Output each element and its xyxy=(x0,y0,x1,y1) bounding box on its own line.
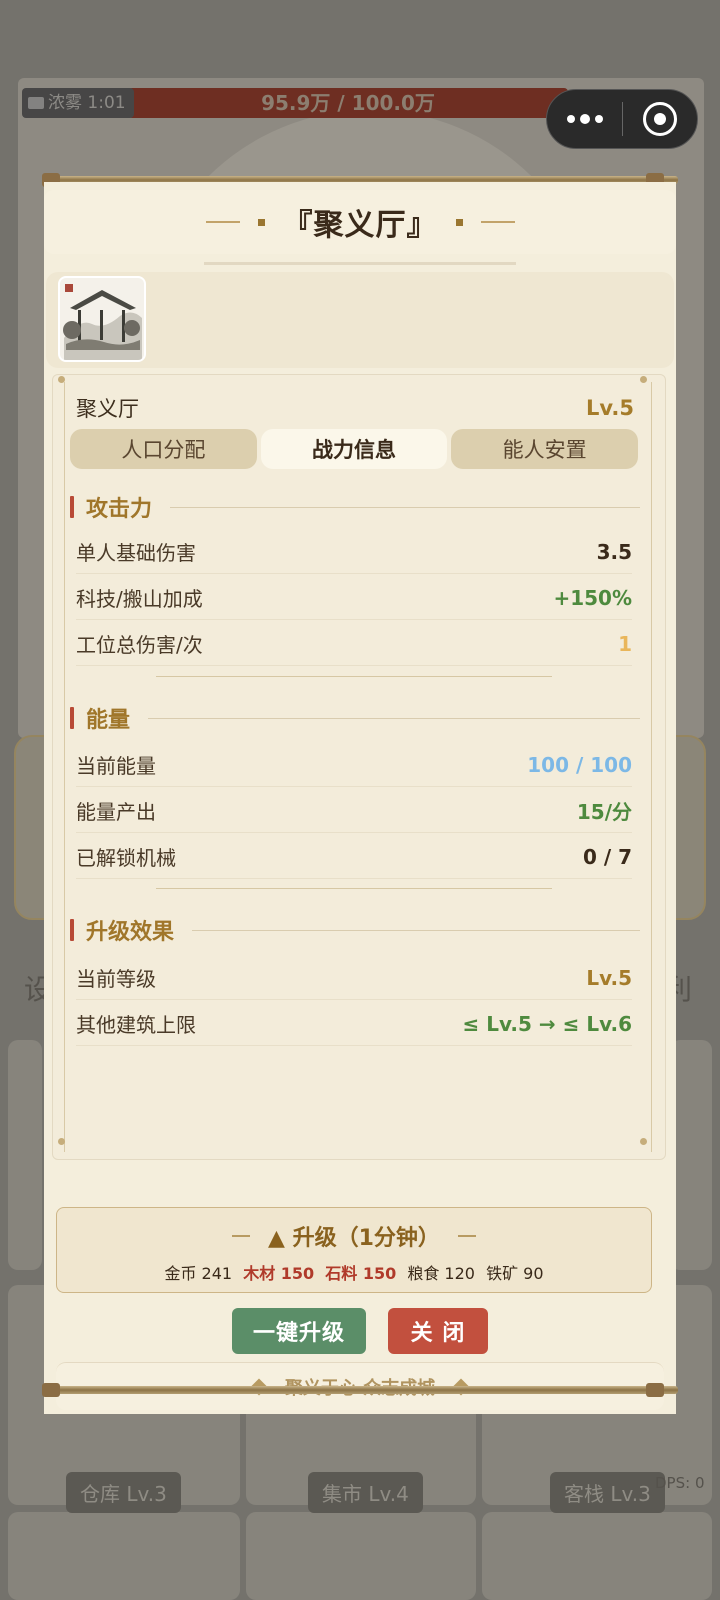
section-divider xyxy=(156,888,552,889)
stat-value: 100 / 100 xyxy=(527,752,632,777)
background-tile xyxy=(670,1040,712,1270)
stat-row: 单人基础伤害 3.5 xyxy=(76,530,632,574)
tab-talent-placement[interactable]: 能人安置 xyxy=(451,429,639,469)
tab-combat-info[interactable]: 战力信息 xyxy=(260,429,448,469)
scroll-cap xyxy=(42,1383,60,1397)
stat-label: 当前等级 xyxy=(76,967,156,991)
dps-readout: DPS: 0 xyxy=(655,1474,705,1492)
stat-label: 能量产出 xyxy=(76,800,156,824)
resource-progress-bar: 95.9万 / 100.0万 xyxy=(128,88,568,118)
cost-iron: 铁矿 90 xyxy=(486,1264,544,1283)
cost-gold: 金币 241 xyxy=(164,1264,233,1283)
fog-icon xyxy=(28,97,44,109)
cost-wood: 木材 150 xyxy=(243,1264,315,1283)
tile-label-market: 集市 Lv.4 xyxy=(308,1472,423,1513)
stat-label: 当前能量 xyxy=(76,754,156,778)
section-divider xyxy=(156,676,552,677)
stat-label: 单人基础伤害 xyxy=(76,541,196,565)
stat-row: 当前能量 100 / 100 xyxy=(76,743,632,787)
miniprogram-capsule xyxy=(546,89,698,149)
cost-stone: 石料 150 xyxy=(325,1264,397,1283)
background-tile[interactable] xyxy=(8,1512,240,1600)
more-menu-icon[interactable] xyxy=(547,89,622,149)
stat-row: 科技/搬山加成 +150% xyxy=(76,576,632,620)
stat-value: ≤ Lv.5 → ≤ Lv.6 xyxy=(462,1011,632,1036)
stat-value: 0 / 7 xyxy=(582,844,632,869)
section-energy: 能量 xyxy=(70,702,640,734)
frame-corner xyxy=(58,376,74,392)
building-modal: 『聚义厅』 聚义厅 Lv.5 人口分配 战力信息 能人安置 攻击力 单人基础伤害… xyxy=(44,182,676,1414)
modal-title: 『聚义厅』 xyxy=(282,208,438,243)
stat-label: 工位总伤害/次 xyxy=(76,633,203,657)
resource-progress-text: 95.9万 / 100.0万 xyxy=(261,91,435,115)
scroll-rod-bottom xyxy=(42,1386,678,1394)
stat-label: 其他建筑上限 xyxy=(76,1013,196,1037)
upgrade-title: ▲ 升级（1分钟） xyxy=(268,1226,440,1251)
upgrade-costs: 金币 241 木材 150 石料 150 粮食 120 铁矿 90 xyxy=(57,1260,651,1284)
section-attack: 攻击力 xyxy=(70,491,640,523)
pavilion-illustration-icon xyxy=(60,278,144,360)
stat-row: 当前等级 Lv.5 xyxy=(76,956,632,1000)
stat-value: +150% xyxy=(553,585,632,610)
stat-value: 1 xyxy=(618,631,632,656)
cost-grain: 粮食 120 xyxy=(407,1264,475,1283)
close-button[interactable]: 关 闭 xyxy=(388,1308,488,1354)
building-header-row: 聚义厅 Lv.5 xyxy=(76,392,634,424)
stat-label: 已解锁机械 xyxy=(76,846,176,870)
stat-row: 其他建筑上限 ≤ Lv.5 → ≤ Lv.6 xyxy=(76,1002,632,1046)
frame-corner xyxy=(640,1138,656,1154)
building-name: 聚义厅 xyxy=(76,397,139,421)
title-underline xyxy=(204,262,516,265)
fog-timer-label: 浓雾 1:01 xyxy=(48,93,126,113)
scroll-cap xyxy=(646,1383,664,1397)
stat-value: Lv.5 xyxy=(586,965,632,990)
tile-label-warehouse: 仓库 Lv.3 xyxy=(66,1472,181,1513)
section-title: 攻击力 xyxy=(86,497,153,522)
background-tile[interactable] xyxy=(482,1512,712,1600)
building-thumbnail[interactable] xyxy=(58,276,146,362)
tile-label-inn: 客栈 Lv.3 xyxy=(550,1472,665,1513)
tab-bar: 人口分配 战力信息 能人安置 xyxy=(70,429,639,469)
section-title: 升级效果 xyxy=(86,920,175,945)
stat-row: 工位总伤害/次 1 xyxy=(76,622,632,666)
stat-value: 3.5 xyxy=(596,539,632,564)
section-upgrade-effect: 升级效果 xyxy=(70,914,640,946)
stat-row: 已解锁机械 0 / 7 xyxy=(76,835,632,879)
frame-corner xyxy=(640,376,656,392)
one-click-upgrade-button[interactable]: 一键升级 xyxy=(232,1308,366,1354)
building-thumbnail-row xyxy=(46,272,674,368)
section-title: 能量 xyxy=(86,708,131,733)
tab-population[interactable]: 人口分配 xyxy=(70,429,257,469)
modal-header: 『聚义厅』 xyxy=(44,190,676,254)
close-miniprogram-icon[interactable] xyxy=(623,102,697,136)
building-level: Lv.5 xyxy=(586,396,634,420)
background-tile[interactable] xyxy=(246,1512,476,1600)
stat-label: 科技/搬山加成 xyxy=(76,587,203,611)
frame-corner xyxy=(58,1138,74,1154)
background-tile xyxy=(8,1040,42,1270)
stat-row: 能量产出 15/分 xyxy=(76,789,632,833)
stat-value: 15/分 xyxy=(576,800,632,824)
upgrade-panel: ▲ 升级（1分钟） 金币 241 木材 150 石料 150 粮食 120 铁矿… xyxy=(56,1207,652,1293)
fog-timer: 浓雾 1:01 xyxy=(22,88,134,118)
